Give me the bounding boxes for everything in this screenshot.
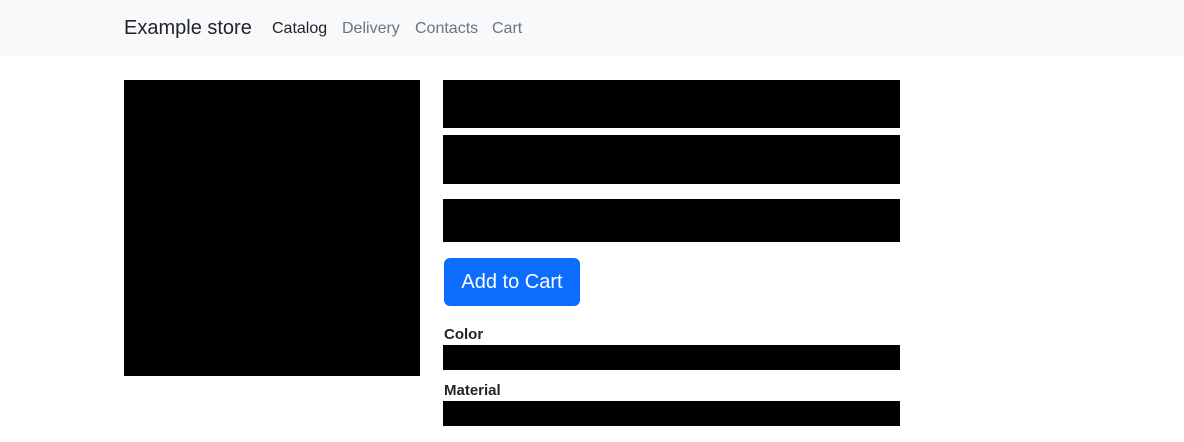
nav-link-delivery[interactable]: Delivery [342,19,400,39]
product-title-redacted [443,80,900,128]
navbar: Example store Catalog Delivery Contacts … [0,0,1184,56]
color-label: Color [444,326,484,343]
nav-link-cart[interactable]: Cart [492,19,522,39]
product-image [124,80,420,376]
nav-link-catalog[interactable]: Catalog [272,19,327,39]
material-value-redacted [443,401,900,426]
nav-link-contacts[interactable]: Contacts [415,19,478,39]
material-label: Material [444,382,501,399]
color-value-redacted [443,345,900,370]
product-price-redacted [443,199,900,242]
brand-link[interactable]: Example store [124,16,252,40]
add-to-cart-button[interactable]: Add to Cart [444,258,580,306]
product-description-redacted [443,135,900,184]
